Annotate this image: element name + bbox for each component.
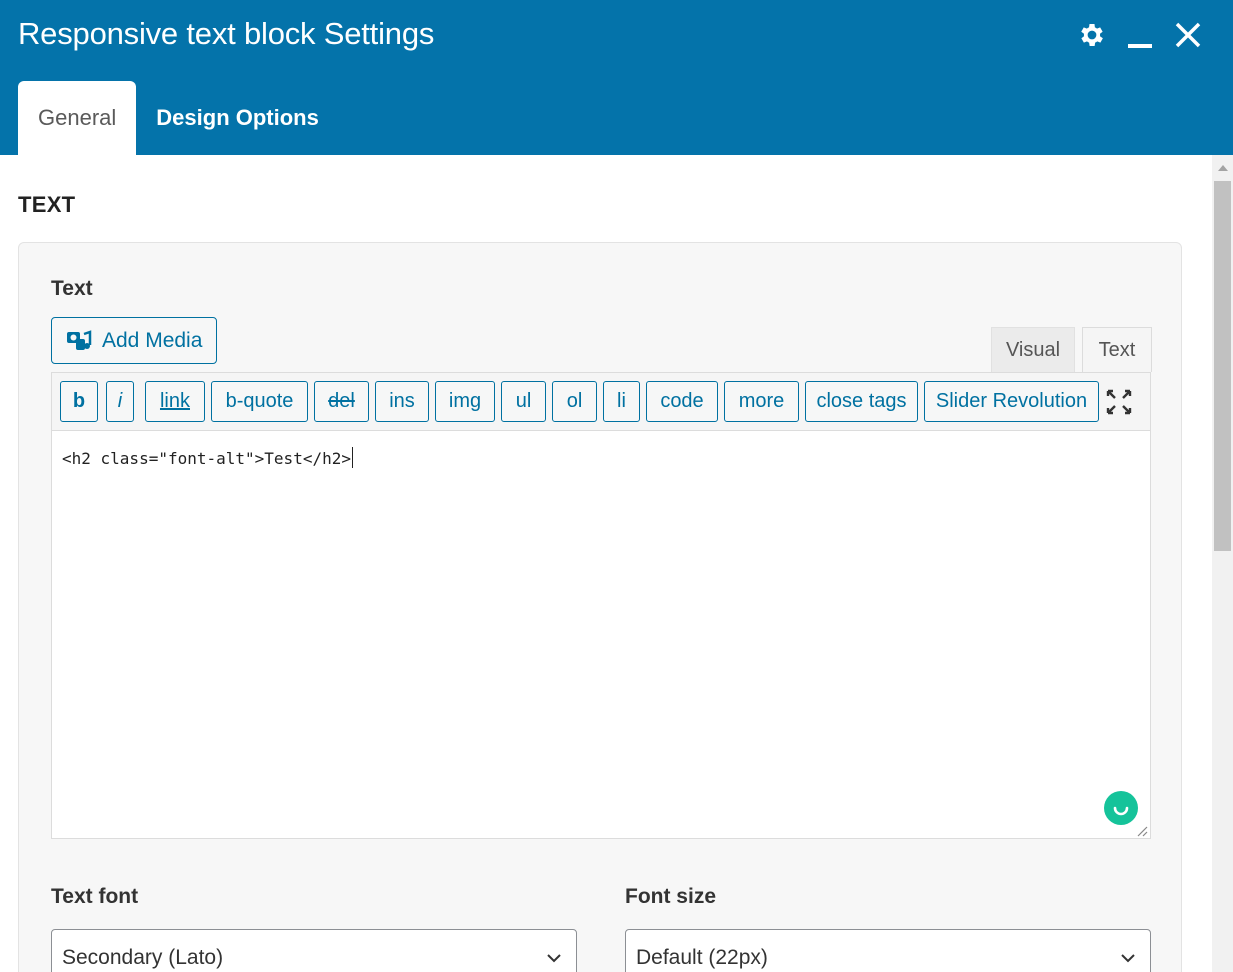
slider-revolution-button[interactable]: Slider Revolution [924,381,1099,422]
ul-button[interactable]: ul [501,381,546,422]
blockquote-button[interactable]: b-quote [211,381,308,422]
bold-button[interactable]: b [60,381,98,422]
editor-content[interactable]: <h2 class="font-alt">Test</h2> [62,447,353,468]
scrollbar-thumb[interactable] [1214,181,1231,551]
more-button[interactable]: more [724,381,799,422]
font-size-label: Font size [625,885,717,908]
text-editor-textarea[interactable]: <h2 class="font-alt">Test</h2> [51,430,1151,839]
text-caret [351,447,353,468]
code-button[interactable]: code [646,381,718,422]
italic-button[interactable]: i [106,381,134,422]
scroll-up-arrow-icon[interactable] [1218,165,1228,171]
text-font-value: Secondary (Lato) [62,946,224,969]
del-button[interactable]: del [314,381,369,422]
text-font-label: Text font [51,885,139,908]
minimize-icon[interactable] [1123,18,1157,52]
tab-text[interactable]: Text [1082,327,1152,372]
font-size-select[interactable]: Default (22px) [625,929,1151,972]
ins-button[interactable]: ins [375,381,429,422]
resize-handle-icon[interactable] [1136,824,1148,837]
text-font-select[interactable]: Secondary (Lato) [51,929,577,972]
ol-button[interactable]: ol [552,381,597,422]
chevron-down-icon [547,954,561,963]
modal-title: Responsive text block Settings [18,16,435,51]
li-button[interactable]: li [603,381,640,422]
font-size-value: Default (22px) [636,946,768,969]
add-media-label: Add Media [102,328,203,352]
tab-general[interactable]: General [18,81,137,155]
modal-header: Responsive text block Settings General D… [0,0,1233,155]
window-controls [1075,18,1205,52]
section-title: TEXT [18,192,76,217]
fullscreen-icon[interactable] [1104,387,1134,417]
text-settings-panel: Text Add Media Visual Text b i link b-qu… [18,242,1182,972]
tab-design-options[interactable]: Design Options [136,81,339,155]
close-icon[interactable] [1171,18,1205,52]
tab-visual[interactable]: Visual [991,327,1075,372]
img-button[interactable]: img [435,381,495,422]
gear-icon[interactable] [1075,18,1109,52]
vertical-scrollbar[interactable] [1212,155,1233,972]
media-icon [67,329,92,350]
grammarly-icon[interactable] [1104,791,1138,825]
add-media-button[interactable]: Add Media [51,317,217,364]
settings-tabs: General Design Options [18,81,339,155]
text-field-label: Text [51,277,93,300]
close-tags-button[interactable]: close tags [805,381,918,422]
chevron-down-icon [1121,954,1135,963]
link-button[interactable]: link [145,381,205,422]
quicktags-toolbar: b i link b-quote del ins img ul ol li co… [51,372,1151,430]
editor-content-text: <h2 class="font-alt">Test</h2> [62,449,351,468]
